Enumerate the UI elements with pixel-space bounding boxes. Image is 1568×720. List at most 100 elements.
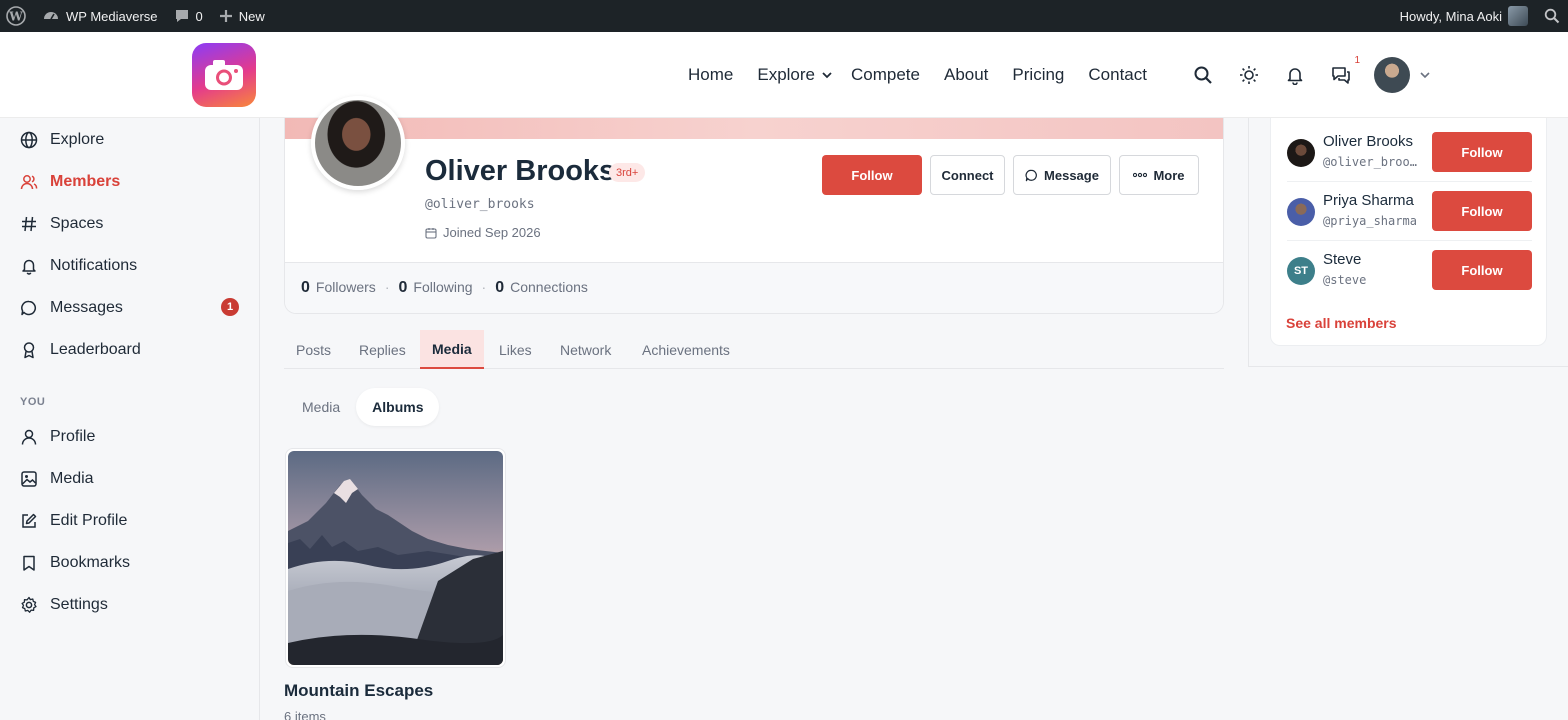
connections-label[interactable]: Connections (510, 279, 588, 295)
member-name[interactable]: Steve (1323, 251, 1361, 268)
profile-cover (285, 118, 1223, 139)
profile-avatar[interactable] (311, 96, 405, 190)
admin-site-link[interactable]: WP Mediaverse (34, 0, 166, 32)
message-button[interactable]: Message (1013, 155, 1111, 195)
sidebar-item-bookmarks[interactable]: Bookmarks (20, 551, 130, 575)
follow-button[interactable]: Follow (822, 155, 922, 195)
sidebar-item-media[interactable]: Media (20, 467, 94, 491)
nav-home[interactable]: Home (688, 65, 733, 85)
tab-likes[interactable]: Likes (499, 330, 532, 369)
tab-replies[interactable]: Replies (359, 330, 406, 369)
site-logo[interactable] (192, 43, 256, 107)
profile-stats: 0 Followers · 0 Following · 0 Connection… (301, 279, 588, 297)
camera-icon (205, 60, 243, 90)
sidebar-item-label: Notifications (50, 257, 138, 274)
connections-count: 0 (495, 279, 505, 296)
more-button[interactable]: More (1119, 155, 1199, 195)
nav-contact[interactable]: Contact (1088, 65, 1147, 85)
see-all-members-link[interactable]: See all members (1286, 315, 1397, 331)
sidebar-item-label: Leaderboard (50, 341, 141, 358)
plus-icon (219, 10, 232, 22)
admin-account-link[interactable]: Howdy, Mina Aoki (1392, 0, 1536, 32)
nav-pricing[interactable]: Pricing (1012, 65, 1064, 85)
album-card[interactable] (285, 448, 506, 668)
member-row: Oliver Brooks @oliver_brooks Follow (1287, 124, 1532, 182)
dashboard-icon (44, 12, 58, 20)
tab-achievements[interactable]: Achievements (642, 330, 730, 369)
following-label[interactable]: Following (413, 279, 472, 295)
sidebar-item-leaderboard[interactable]: Leaderboard (20, 338, 141, 362)
followers-count: 0 (301, 279, 310, 296)
sidebar-item-label: Messages (50, 299, 123, 316)
sidebar-item-members[interactable]: Members (20, 170, 120, 194)
sidebar-item-messages[interactable]: Messages (20, 296, 123, 320)
sidebar-item-profile[interactable]: Profile (20, 425, 95, 449)
follow-button-label: Follow (851, 167, 893, 183)
admin-comments-link[interactable]: 0 (166, 0, 211, 32)
comment-icon (175, 10, 188, 22)
theme-toggle-sun-icon[interactable] (1236, 62, 1262, 88)
sidebar-item-explore[interactable]: Explore (20, 128, 104, 152)
sidebar-item-edit-profile[interactable]: Edit Profile (20, 509, 127, 533)
member-follow-button[interactable]: Follow (1432, 191, 1532, 231)
nav-about-label: About (943, 65, 989, 84)
wordpress-logo-icon[interactable]: W (0, 0, 34, 32)
user-avatar[interactable] (1374, 57, 1410, 93)
album-title[interactable]: Mountain Escapes (284, 681, 433, 701)
admin-new-link[interactable]: New (211, 0, 273, 32)
tab-network[interactable]: Network (560, 330, 611, 369)
chat-bubble-icon (1025, 169, 1037, 181)
member-avatar[interactable] (1287, 198, 1315, 226)
member-handle: @priya_sharma (1323, 214, 1417, 228)
member-avatar-initials[interactable]: ST (1287, 257, 1315, 285)
chevron-down-icon[interactable] (1418, 68, 1432, 82)
search-icon[interactable] (1190, 62, 1216, 88)
admin-avatar (1508, 6, 1528, 26)
admin-search-icon[interactable] (1536, 0, 1568, 32)
nav-compete-label: Compete (851, 65, 920, 84)
member-handle: @oliver_brooks (1323, 155, 1421, 169)
nav-home-label: Home (688, 65, 734, 84)
member-name[interactable]: Priya Sharma (1323, 192, 1414, 209)
users-icon (20, 175, 38, 190)
tab-media[interactable]: Media (420, 330, 484, 369)
followers-label[interactable]: Followers (316, 279, 376, 295)
bell-icon[interactable] (1282, 62, 1308, 88)
sidebar-item-notifications[interactable]: Notifications (20, 254, 137, 278)
more-button-label: More (1153, 167, 1185, 183)
sidebar-item-label: Explore (50, 131, 105, 148)
award-icon (23, 342, 35, 359)
nav-about[interactable]: About (944, 65, 988, 85)
image-icon (21, 471, 37, 487)
album-item-count: 6 items (284, 709, 326, 720)
subtab-albums[interactable]: Albums (356, 388, 440, 426)
left-sidebar: Explore Members Spaces Notifications Mes… (0, 118, 260, 720)
admin-bar: W WP Mediaverse 0 New Howdy, Mina Aoki (0, 0, 1568, 32)
sidebar-item-settings[interactable]: Settings (20, 593, 108, 617)
hash-icon (22, 216, 36, 232)
calendar-icon (425, 227, 437, 239)
user-icon (21, 429, 37, 445)
member-name[interactable]: Oliver Brooks (1323, 133, 1413, 150)
sidebar-item-spaces[interactable]: Spaces (20, 212, 103, 236)
connect-button[interactable]: Connect (930, 155, 1005, 195)
site-header: Home Explore Compete About Pricing Conta… (0, 32, 1568, 118)
profile-joined-text: Joined Sep 2026 (443, 225, 541, 240)
messages-count: 1 (1354, 55, 1360, 66)
member-avatar[interactable] (1287, 139, 1315, 167)
member-follow-button[interactable]: Follow (1432, 250, 1532, 290)
nav-contact-label: Contact (1088, 65, 1147, 84)
connection-degree-badge: 3rd+ (609, 163, 646, 182)
nav-explore-label: Explore (757, 65, 815, 84)
edit-icon (22, 513, 37, 528)
messages-icon[interactable]: 1 (1328, 55, 1360, 88)
stats-separator: · (384, 279, 390, 295)
subtab-media[interactable]: Media (286, 388, 356, 426)
member-follow-button[interactable]: Follow (1432, 132, 1532, 172)
nav-compete[interactable]: Compete (851, 65, 920, 85)
tab-posts[interactable]: Posts (296, 330, 331, 369)
gear-icon (21, 596, 37, 613)
chat-bubble-icon (21, 300, 37, 316)
stats-separator: · (481, 279, 487, 295)
nav-explore[interactable]: Explore (757, 65, 833, 85)
